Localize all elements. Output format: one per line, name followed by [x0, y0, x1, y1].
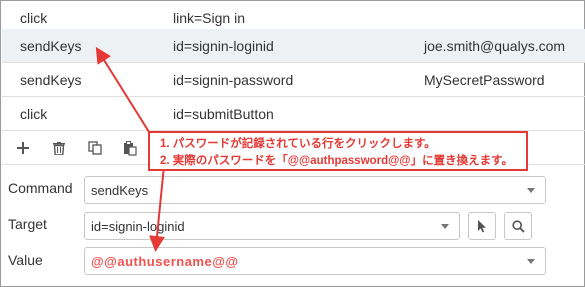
annotation-line-2: 2. 実際のパスワードを「@@authpassword@@」に置き換えます。 — [160, 155, 513, 167]
annotation-callout: 1. パスワードが記録されている行をクリックします。 2. 実際のパスワードを「… — [148, 131, 528, 171]
arrow-to-selected-row — [95, 46, 155, 141]
arrow-to-value-field — [149, 165, 165, 252]
annotation-line-1: 1. パスワードが記録されている行をクリックします。 — [160, 138, 436, 150]
